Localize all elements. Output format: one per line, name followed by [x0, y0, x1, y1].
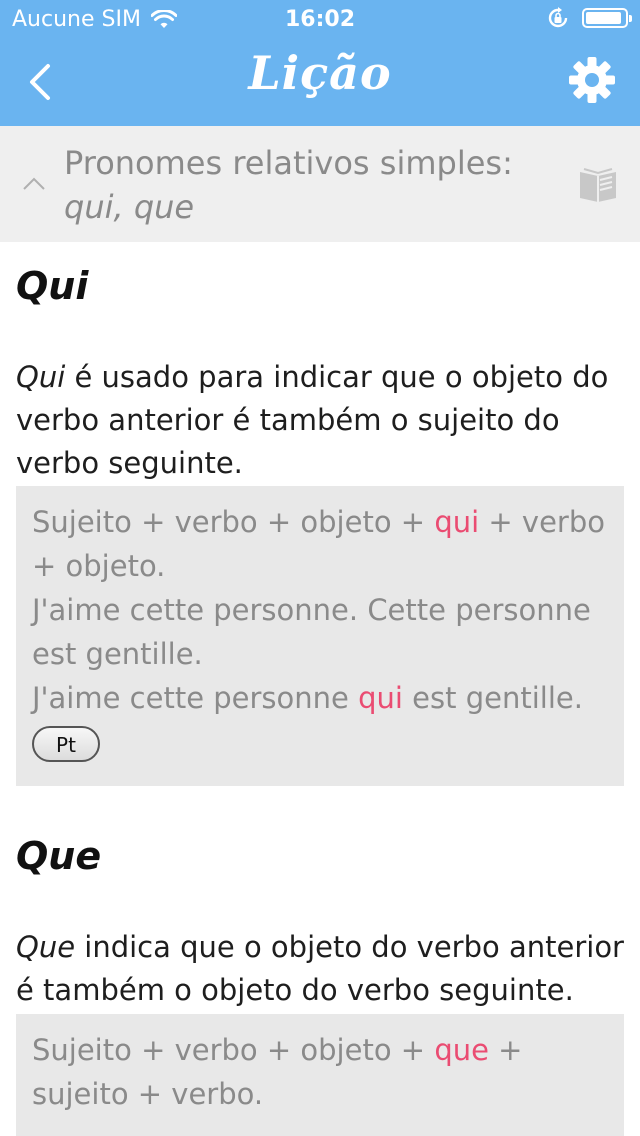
top-bar: Aucune SIM 16:02 Lição: [0, 0, 640, 126]
nav-bar: Lição: [0, 40, 640, 126]
example-qui-line3-b: est gentille.: [402, 681, 583, 715]
heading-qui: Qui: [16, 264, 89, 308]
term-que: Que: [16, 930, 76, 964]
book-icon[interactable]: [578, 166, 618, 202]
chevron-up-icon[interactable]: [22, 176, 46, 192]
page-title: Lição: [248, 46, 392, 100]
clock: 16:02: [284, 7, 356, 32]
heading-que: Que: [16, 834, 102, 878]
example-qui-line3-a: J'aime cette personne: [32, 681, 359, 715]
paragraph-que: Que indica que o objeto do verbo anterio…: [16, 926, 624, 1012]
example-box-que: Sujeito + verbo + objeto + que + sujeito…: [16, 1014, 624, 1136]
example-qui-line1-a: Sujeito + verbo + objeto +: [32, 505, 435, 539]
example-qui-line1: Sujeito + verbo + objeto + qui + verbo +…: [32, 500, 608, 588]
section-title: Pronomes relativos simples:: [64, 144, 513, 182]
term-qui: Qui: [16, 360, 66, 394]
example-que-line1: Sujeito + verbo + objeto + que + sujeito…: [32, 1028, 608, 1116]
highlight-qui: qui: [434, 505, 480, 539]
section-header[interactable]: Pronomes relativos simples: qui, que: [0, 126, 640, 242]
example-qui-line3: J'aime cette personne qui est gentille.: [32, 676, 608, 720]
highlight-que: que: [434, 1033, 489, 1067]
translate-pt-button[interactable]: Pt: [32, 726, 100, 762]
rotation-lock-icon: [548, 7, 568, 28]
paragraph-que-text: indica que o objeto do verbo anterior é …: [16, 930, 624, 1007]
example-qui-line2: J'aime cette personne. Cette personne es…: [32, 593, 591, 671]
paragraph-qui-text: é usado para indicar que o objeto do ver…: [16, 360, 609, 480]
example-que-line1-a: Sujeito + verbo + objeto +: [32, 1033, 435, 1067]
status-right-group: [546, 6, 632, 30]
status-bar: Aucune SIM 16:02: [0, 0, 640, 40]
highlight-qui-2: qui: [358, 681, 403, 715]
paragraph-qui: Qui é usado para indicar que o objeto do…: [16, 356, 624, 485]
gear-icon[interactable]: [568, 56, 616, 104]
battery-fill: [586, 12, 621, 24]
section-subtitle: qui, que: [64, 188, 195, 226]
example-box-qui: Sujeito + verbo + objeto + qui + verbo +…: [16, 486, 624, 786]
battery-icon: [582, 8, 632, 28]
